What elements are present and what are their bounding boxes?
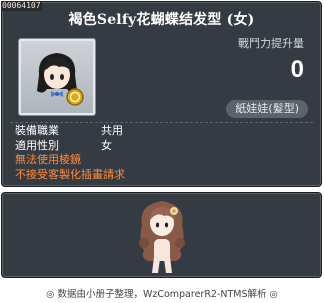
item-tooltip: 褐色Selfy花蝴蝶结发型 (女) 戰鬥力提升量 0 紙娃娃(髮型) 裝備職業 …	[1, 1, 322, 187]
stat-label: 裝備職業	[15, 124, 59, 137]
avatar-figure	[139, 201, 185, 273]
divider	[10, 122, 313, 123]
item-id: 00064107	[1, 1, 42, 11]
item-icon-frame	[18, 38, 96, 116]
item-title: 褐色Selfy花蝴蝶结发型 (女)	[68, 12, 255, 28]
stat-value: 共用	[101, 124, 123, 137]
avatar-preview	[1, 192, 322, 278]
hair-item-icon	[37, 53, 84, 106]
stat-row-job: 裝備職業 共用	[15, 124, 125, 139]
category-badge: 紙娃娃(髮型)	[226, 100, 308, 118]
power-label: 戰鬥力提升量	[238, 37, 304, 50]
power-value: 0	[290, 56, 304, 83]
footer-credit: ◎ 数据由小册子整理，WzComparerR2-NTMS解析 ◎	[46, 289, 278, 300]
stat-value: 女	[101, 138, 112, 152]
item-stats: 裝備職業 共用 適用性別 女 無法使用棱鏡 不接受客製化插畫請求	[15, 124, 125, 182]
warning-custom-illustration: 不接受客製化插畫請求	[15, 167, 125, 181]
warning-prism: 無法使用棱鏡	[15, 153, 81, 166]
stat-row-gender: 適用性別 女	[15, 139, 125, 154]
stat-label: 適用性別	[15, 138, 59, 152]
